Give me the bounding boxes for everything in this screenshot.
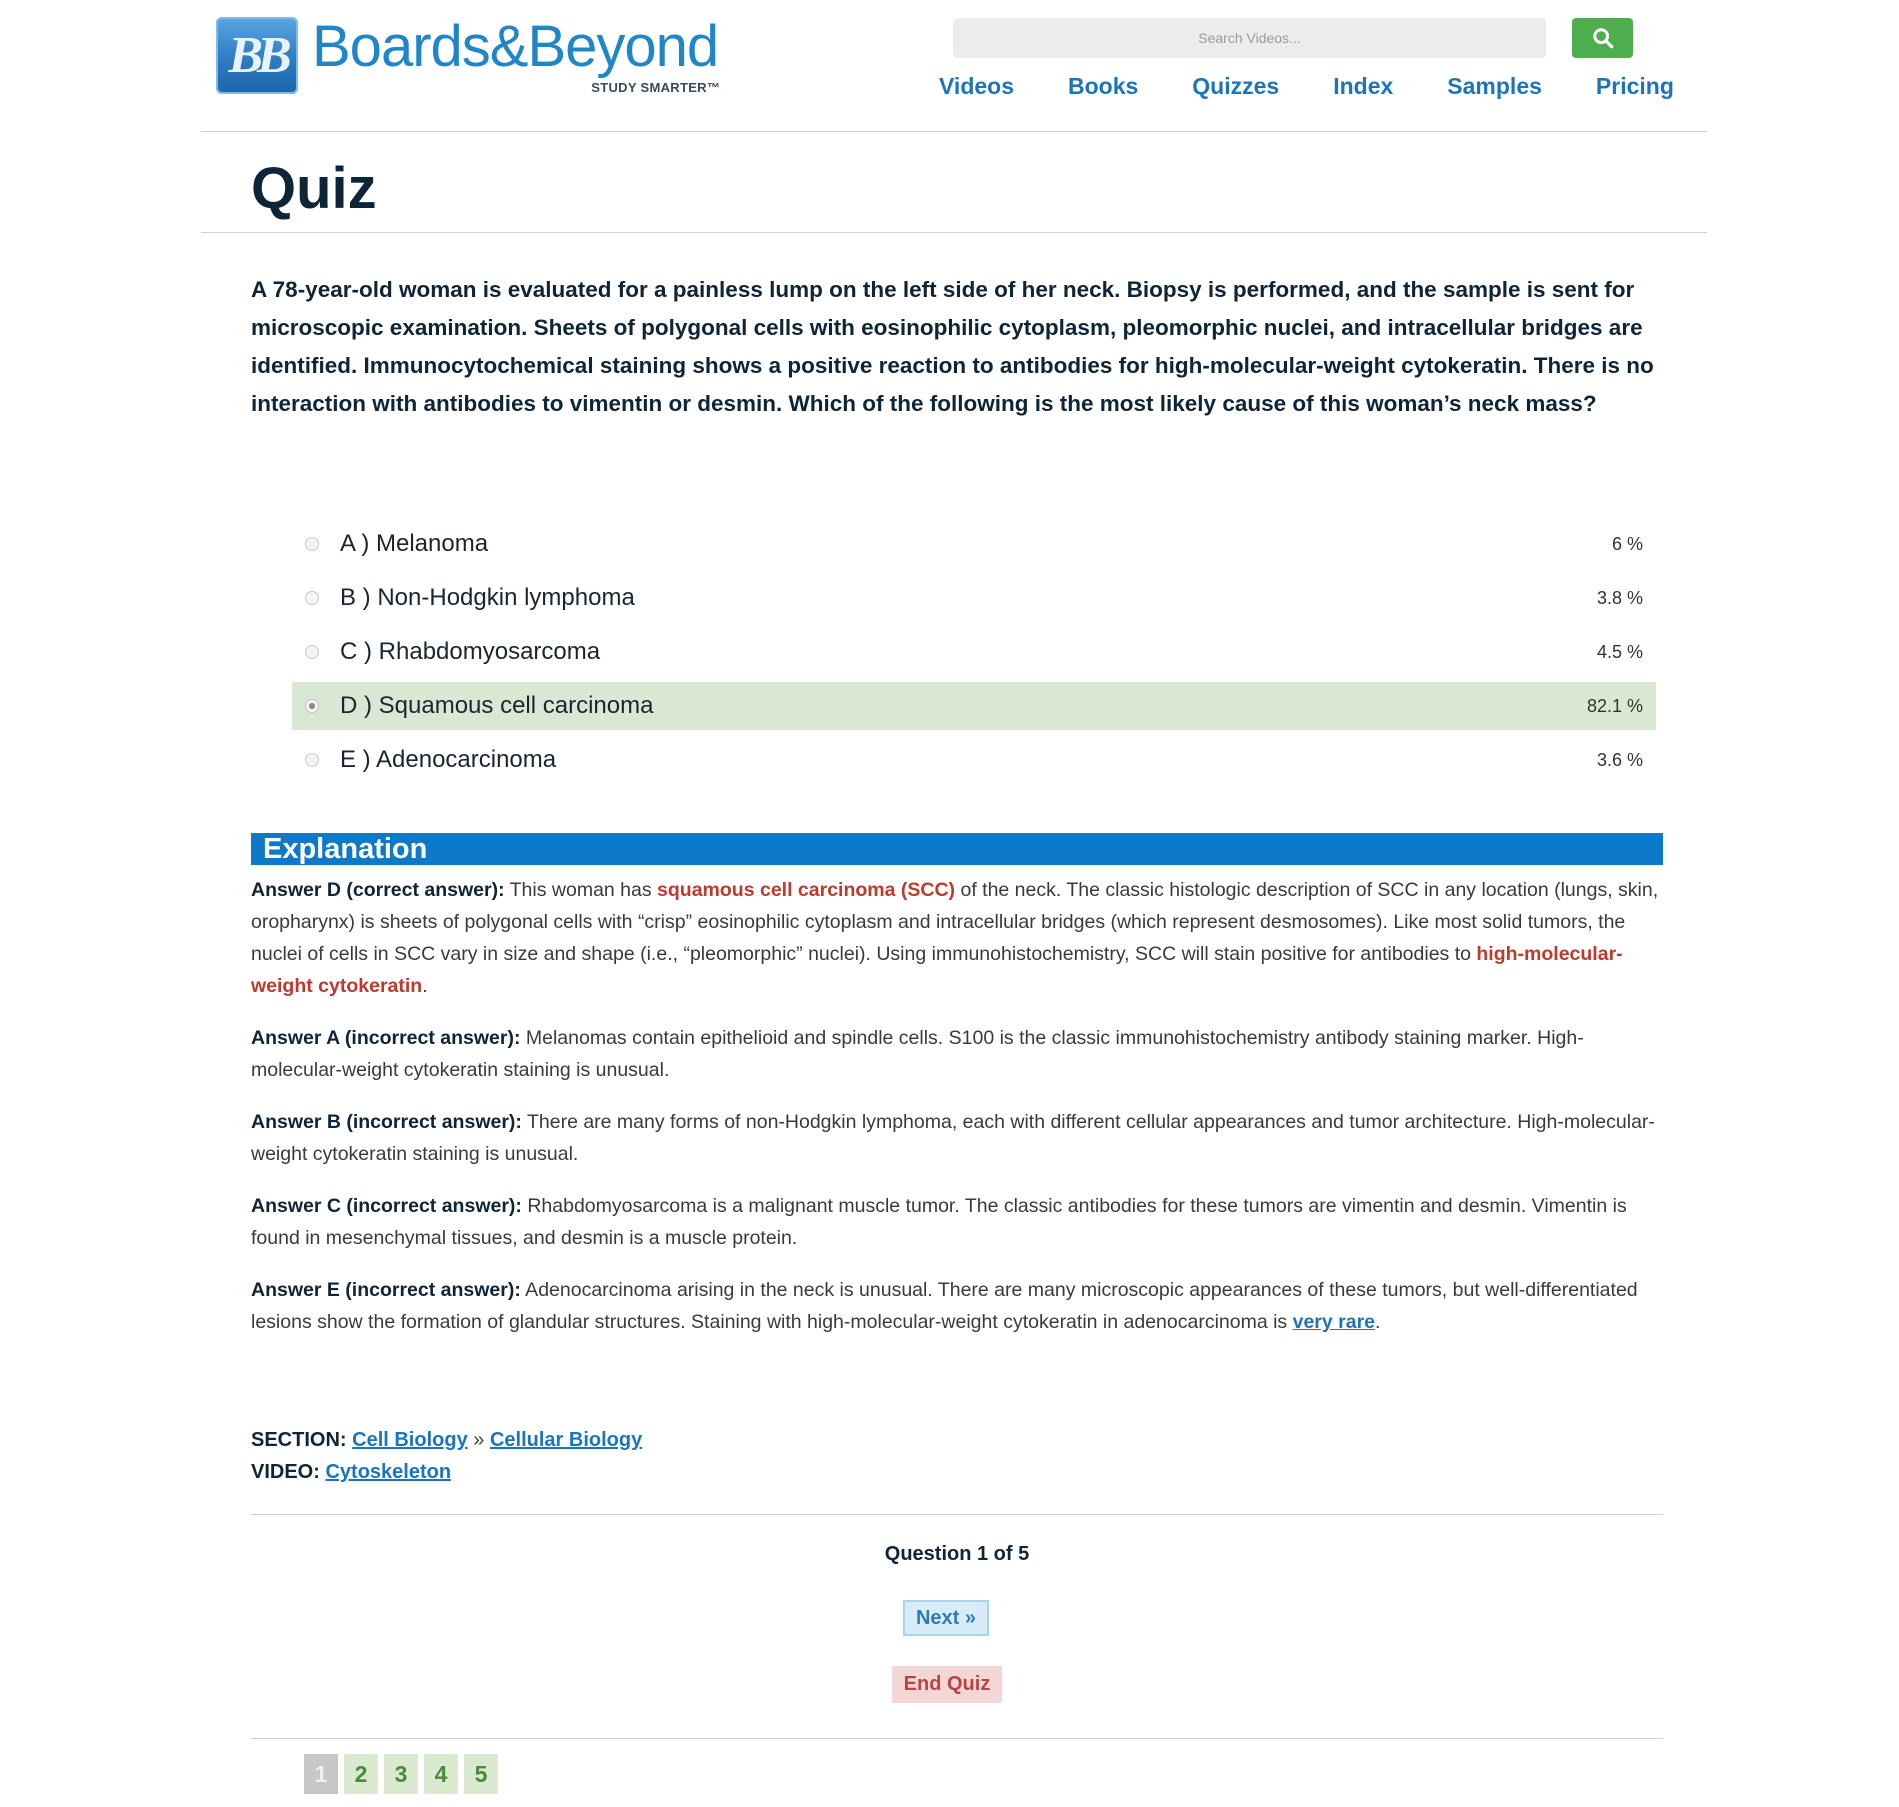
radio-button[interactable] (305, 591, 319, 605)
nav-samples[interactable]: Samples (1447, 73, 1542, 100)
answer-percentage: 3.6 % (1596, 749, 1643, 770)
question-stem: A 78-year-old woman is evaluated for a p… (251, 277, 1654, 416)
section-label: SECTION: (251, 1429, 347, 1451)
answer-label: E ) Adenocarcinoma (340, 746, 557, 773)
page-button-3[interactable]: 3 (384, 1754, 418, 1794)
answer-lead: Answer E (incorrect answer): (251, 1279, 521, 1301)
answer-option-c[interactable]: C ) Rhabdomyosarcoma 4.5 % (292, 628, 1656, 676)
answer-lead: Answer D (correct answer): (251, 879, 505, 901)
answer-option-d[interactable]: D ) Squamous cell carcinoma 82.1 % (292, 682, 1656, 730)
nav-videos[interactable]: Videos (939, 73, 1014, 100)
logo-mark-text: BB (228, 27, 291, 84)
answer-label: C ) Rhabdomyosarcoma (340, 638, 601, 665)
explanation-heading: Explanation (251, 833, 1663, 865)
question-pager: 1 2 3 4 5 (304, 1754, 504, 1794)
section-info: SECTION: Cell Biology » Cellular Biology… (251, 1424, 642, 1488)
answer-percentage: 3.8 % (1596, 587, 1643, 608)
logo-tagline: STUDY SMARTER™ (591, 80, 721, 95)
nav-index[interactable]: Index (1333, 73, 1393, 100)
divider (251, 1514, 1663, 1515)
title-bar: Quiz (201, 131, 1707, 233)
answer-lead: Answer A (incorrect answer): (251, 1027, 521, 1049)
section-line: SECTION: Cell Biology » Cellular Biology (251, 1424, 642, 1456)
explanation-body: Answer D (correct answer): This woman ha… (251, 874, 1661, 1358)
section-link-cellular-biology[interactable]: Cellular Biology (490, 1429, 642, 1451)
answer-option-e[interactable]: E ) Adenocarcinoma 3.6 % (292, 736, 1656, 784)
explanation-text: . (1375, 1311, 1381, 1333)
end-quiz-button[interactable]: End Quiz (892, 1666, 1002, 1703)
page-title: Quiz (251, 156, 377, 221)
answer-lead: Answer C (incorrect answer): (251, 1195, 522, 1217)
explanation-answer-b: Answer B (incorrect answer): There are m… (251, 1106, 1661, 1170)
answer-option-b[interactable]: B ) Non-Hodgkin lymphoma 3.8 % (292, 574, 1656, 622)
breadcrumb-separator: » (473, 1429, 485, 1451)
very-rare-link[interactable]: very rare (1293, 1311, 1375, 1333)
answer-percentage: 82.1 % (1586, 695, 1643, 716)
highlight-term: squamous cell carcinoma (SCC) (657, 879, 956, 901)
video-line: VIDEO: Cytoskeleton (251, 1456, 642, 1488)
explanation-answer-a: Answer A (incorrect answer): Melanomas c… (251, 1022, 1661, 1086)
page-button-1[interactable]: 1 (304, 1754, 338, 1794)
answer-label: D ) Squamous cell carcinoma (340, 692, 654, 719)
site-logo[interactable]: BB Boards&Beyond STUDY SMARTER™ (216, 14, 721, 97)
radio-button[interactable] (305, 753, 319, 767)
explanation-answer-e: Answer E (incorrect answer): Adenocarcin… (251, 1274, 1661, 1338)
logo-mark: BB (216, 17, 298, 94)
search-input[interactable] (953, 18, 1546, 58)
page-button-5[interactable]: 5 (464, 1754, 498, 1794)
video-link-cytoskeleton[interactable]: Cytoskeleton (325, 1461, 451, 1483)
next-button[interactable]: Next » (903, 1600, 989, 1636)
search-button[interactable] (1572, 18, 1633, 58)
answer-lead: Answer B (incorrect answer): (251, 1111, 522, 1133)
page-button-4[interactable]: 4 (424, 1754, 458, 1794)
explanation-answer-c: Answer C (incorrect answer): Rhabdomyosa… (251, 1190, 1661, 1254)
section-link-cell-biology[interactable]: Cell Biology (352, 1429, 468, 1451)
page-button-2[interactable]: 2 (344, 1754, 378, 1794)
video-label: VIDEO: (251, 1461, 320, 1483)
divider (251, 1738, 1663, 1739)
explanation-answer-d: Answer D (correct answer): This woman ha… (251, 874, 1661, 1002)
explanation-text: This woman has (504, 879, 658, 901)
logo-text: Boards&Beyond STUDY SMARTER™ (312, 14, 721, 97)
search-icon (1592, 28, 1613, 49)
question-counter: Question 1 of 5 (884, 1543, 1030, 1565)
explanation-text: . (422, 975, 428, 997)
radio-button[interactable] (305, 645, 319, 659)
answer-list: A ) Melanoma 6 % B ) Non-Hodgkin lymphom… (292, 520, 1656, 790)
main-nav: Videos Books Quizzes Index Samples Prici… (939, 73, 1674, 100)
nav-quizzes[interactable]: Quizzes (1192, 73, 1279, 100)
nav-pricing[interactable]: Pricing (1596, 73, 1674, 100)
answer-percentage: 4.5 % (1596, 641, 1643, 662)
answer-option-a[interactable]: A ) Melanoma 6 % (292, 520, 1656, 568)
nav-books[interactable]: Books (1068, 73, 1138, 100)
logo-name: Boards&Beyond (312, 14, 719, 79)
answer-label: B ) Non-Hodgkin lymphoma (340, 584, 635, 611)
search-bar (953, 18, 1633, 58)
site-header: BB Boards&Beyond STUDY SMARTER™ Videos B… (201, 0, 1707, 132)
answer-label: A ) Melanoma (340, 530, 489, 557)
answer-percentage: 6 % (1611, 533, 1643, 554)
radio-button-selected[interactable] (305, 699, 319, 713)
radio-button[interactable] (305, 537, 319, 551)
quiz-page: BB Boards&Beyond STUDY SMARTER™ Videos B… (0, 0, 1899, 1807)
